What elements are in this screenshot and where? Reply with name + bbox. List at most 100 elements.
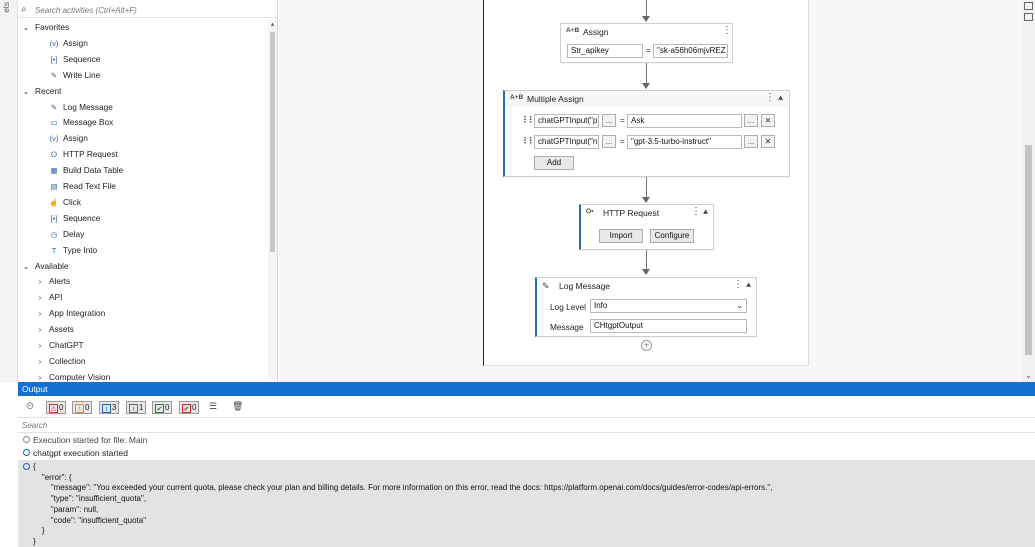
filter-list-icon[interactable]: ☰ xyxy=(209,401,217,412)
filter-count: 3 xyxy=(112,403,117,412)
activities-search-input[interactable]: Search activities (Ctrl+Alt+F) xyxy=(35,6,137,15)
collapse-icon[interactable]: ⯅ xyxy=(702,207,709,218)
log-level-select[interactable]: Info ⌄ xyxy=(590,299,747,313)
filter-count: 1 xyxy=(139,403,144,412)
chevron-right-icon[interactable]: › xyxy=(35,290,45,305)
info-icon xyxy=(23,463,30,470)
tree-item-label: Message Box xyxy=(63,117,114,128)
filter-error-toggle[interactable]: ⚠ 0 xyxy=(46,401,67,414)
chevron-right-icon[interactable]: › xyxy=(35,322,45,337)
tree-item-label: Build Data Table xyxy=(63,165,124,176)
tree-item-label: Computer Vision xyxy=(49,371,111,382)
collapse-icon[interactable]: ⯅ xyxy=(777,93,784,104)
tree-item-label: Collection xyxy=(49,355,86,366)
filter-success-toggle[interactable]: ✔ 0 xyxy=(152,401,173,414)
import-button[interactable]: Import xyxy=(599,229,643,243)
ellipsis-button[interactable]: ... xyxy=(602,114,616,127)
activities-scrollbar[interactable]: ▴ xyxy=(268,20,277,380)
log-line[interactable]: chatgpt execution started xyxy=(18,447,1035,460)
json-line: "error": { xyxy=(33,472,72,482)
log-message-activity[interactable]: ✎ Log Message ⋮ ⯅ Log Level Info ⌄ Messa… xyxy=(535,277,757,337)
filter-count: 0 xyxy=(85,403,90,412)
collapse-icon[interactable]: ⯅ xyxy=(745,280,752,291)
panel-toggle-icon[interactable] xyxy=(1024,2,1033,10)
workflow-designer: A+B Assign ⋮ Str_apikey = "sk-a56h06mjvR… xyxy=(279,0,1022,382)
http-request-title: HTTP Request xyxy=(603,208,660,218)
more-options-icon[interactable]: ⋮ xyxy=(722,26,732,36)
activities-search[interactable]: ⌕ Search activities (Ctrl+Alt+F) xyxy=(18,4,277,18)
more-options-icon[interactable]: ⋮ xyxy=(733,280,743,290)
message-box-icon: ▭ xyxy=(50,118,58,128)
tree-section-label: Recent xyxy=(35,85,62,96)
filter-count: 0 xyxy=(59,403,64,412)
chevron-down-icon: ⌄ xyxy=(736,301,743,310)
assign-value-field[interactable]: "gpt-3.5-turbo-instruct" xyxy=(627,135,742,149)
chevron-right-icon[interactable]: › xyxy=(35,338,45,353)
close-icon[interactable]: ✕ xyxy=(761,114,775,127)
chevron-down-icon[interactable]: ⌄ xyxy=(21,84,31,99)
chevron-down-icon[interactable]: ⌄ xyxy=(21,20,31,35)
more-options-icon[interactable]: ⋮ xyxy=(691,207,701,217)
tree-item-label: Log Message xyxy=(63,101,113,112)
filter-trace-toggle[interactable]: i1 xyxy=(126,401,147,414)
assign-value-field[interactable]: "sk-a56h06mjvREZ xyxy=(653,44,728,58)
assign-icon: A+B xyxy=(566,27,580,34)
tree-item-label: Assign xyxy=(63,37,88,48)
trace-icon: i xyxy=(129,404,138,413)
info-icon xyxy=(23,449,30,456)
output-search-input[interactable]: Search xyxy=(22,421,47,430)
http-request-activity[interactable]: ⭘• HTTP Request ⋮ ⯅ Import Configure xyxy=(579,204,714,250)
log-line[interactable]: Execution started for file: Main xyxy=(18,434,1035,447)
chevron-right-icon[interactable]: › xyxy=(35,354,45,369)
ellipsis-button[interactable]: ... xyxy=(744,114,758,127)
scrollbar-thumb[interactable] xyxy=(1025,145,1032,355)
output-search[interactable]: Search xyxy=(18,419,1035,433)
assign-to-field[interactable]: Str_apikey xyxy=(567,44,643,58)
left-side-strip: ets xyxy=(0,0,18,382)
filter-warning-toggle[interactable]: ! 0 xyxy=(72,401,93,414)
side-tab-label[interactable]: ets xyxy=(2,2,11,13)
equals-sign: = xyxy=(620,137,625,146)
chevron-right-icon[interactable]: › xyxy=(35,274,45,289)
json-line: "type": "insufficient_quota", xyxy=(33,494,147,504)
drag-handle-icon[interactable]: ⠇⠇ xyxy=(523,136,535,147)
add-activity-icon[interactable]: + xyxy=(641,340,652,351)
chevron-down-icon[interactable]: ⌄ xyxy=(21,259,31,274)
scroll-down-icon[interactable]: ⌄ xyxy=(1022,371,1035,380)
json-line: } xyxy=(33,526,45,536)
ellipsis-button[interactable]: ... xyxy=(744,135,758,148)
add-button[interactable]: Add xyxy=(534,156,574,170)
drag-handle-icon[interactable]: ⠇⠇ xyxy=(523,115,535,126)
log-line-json[interactable]: { "error": { "message": "You exceeded yo… xyxy=(18,460,1035,547)
filter-info-toggle[interactable]: i3 xyxy=(99,401,120,414)
output-toolbar: ⏲ ⚠ 0! 0 i 3 i 1 ✔ 0 ✔ 0 ☰ 🗑 xyxy=(18,396,1035,418)
scrollbar-thumb[interactable] xyxy=(270,32,275,252)
close-icon[interactable]: ✕ xyxy=(761,135,775,148)
json-line: { xyxy=(33,462,36,471)
trash-icon[interactable]: 🗑 xyxy=(232,401,243,412)
chevron-right-icon[interactable]: › xyxy=(35,306,45,321)
ellipsis-button[interactable]: ... xyxy=(602,135,616,148)
log-text: chatgpt execution started xyxy=(33,448,128,458)
outline-icon[interactable] xyxy=(1024,13,1033,21)
configure-button[interactable]: Configure xyxy=(650,229,694,243)
equals-sign: = xyxy=(646,46,651,55)
error-icon: ⚠ xyxy=(49,404,58,413)
multiple-assign-activity[interactable]: A+B Multiple Assign ⋮ ⯅ ⠇⠇ chatGPTInput("… xyxy=(503,90,790,177)
build-data-table-icon: ▦ xyxy=(50,166,58,176)
tree-item-label: HTTP Request xyxy=(63,149,118,160)
more-options-icon[interactable]: ⋮ xyxy=(765,93,775,103)
filter-failed-toggle[interactable]: ✔ 0 xyxy=(179,401,200,414)
assign-value-field[interactable]: Ask xyxy=(627,114,742,128)
message-field[interactable]: CHtgptOutput xyxy=(590,319,747,333)
tree-item-label: API xyxy=(49,292,63,303)
assign-activity[interactable]: A+B Assign ⋮ Str_apikey = "sk-a56h06mjvR… xyxy=(560,23,733,63)
assign-to-field[interactable]: chatGPTInput("p xyxy=(534,114,599,128)
tree-item-label: Write Line xyxy=(63,69,101,80)
designer-scrollbar[interactable]: ⌄ xyxy=(1022,0,1035,382)
scroll-up-icon[interactable]: ▴ xyxy=(268,20,277,28)
chevron-right-icon[interactable]: › xyxy=(35,370,45,382)
clock-icon[interactable]: ⏲ xyxy=(26,401,34,412)
assign-to-field[interactable]: chatGPTInput("n xyxy=(534,135,599,149)
activities-panel: ⌕ Search activities (Ctrl+Alt+F) ⌄ Favori… xyxy=(18,0,278,382)
